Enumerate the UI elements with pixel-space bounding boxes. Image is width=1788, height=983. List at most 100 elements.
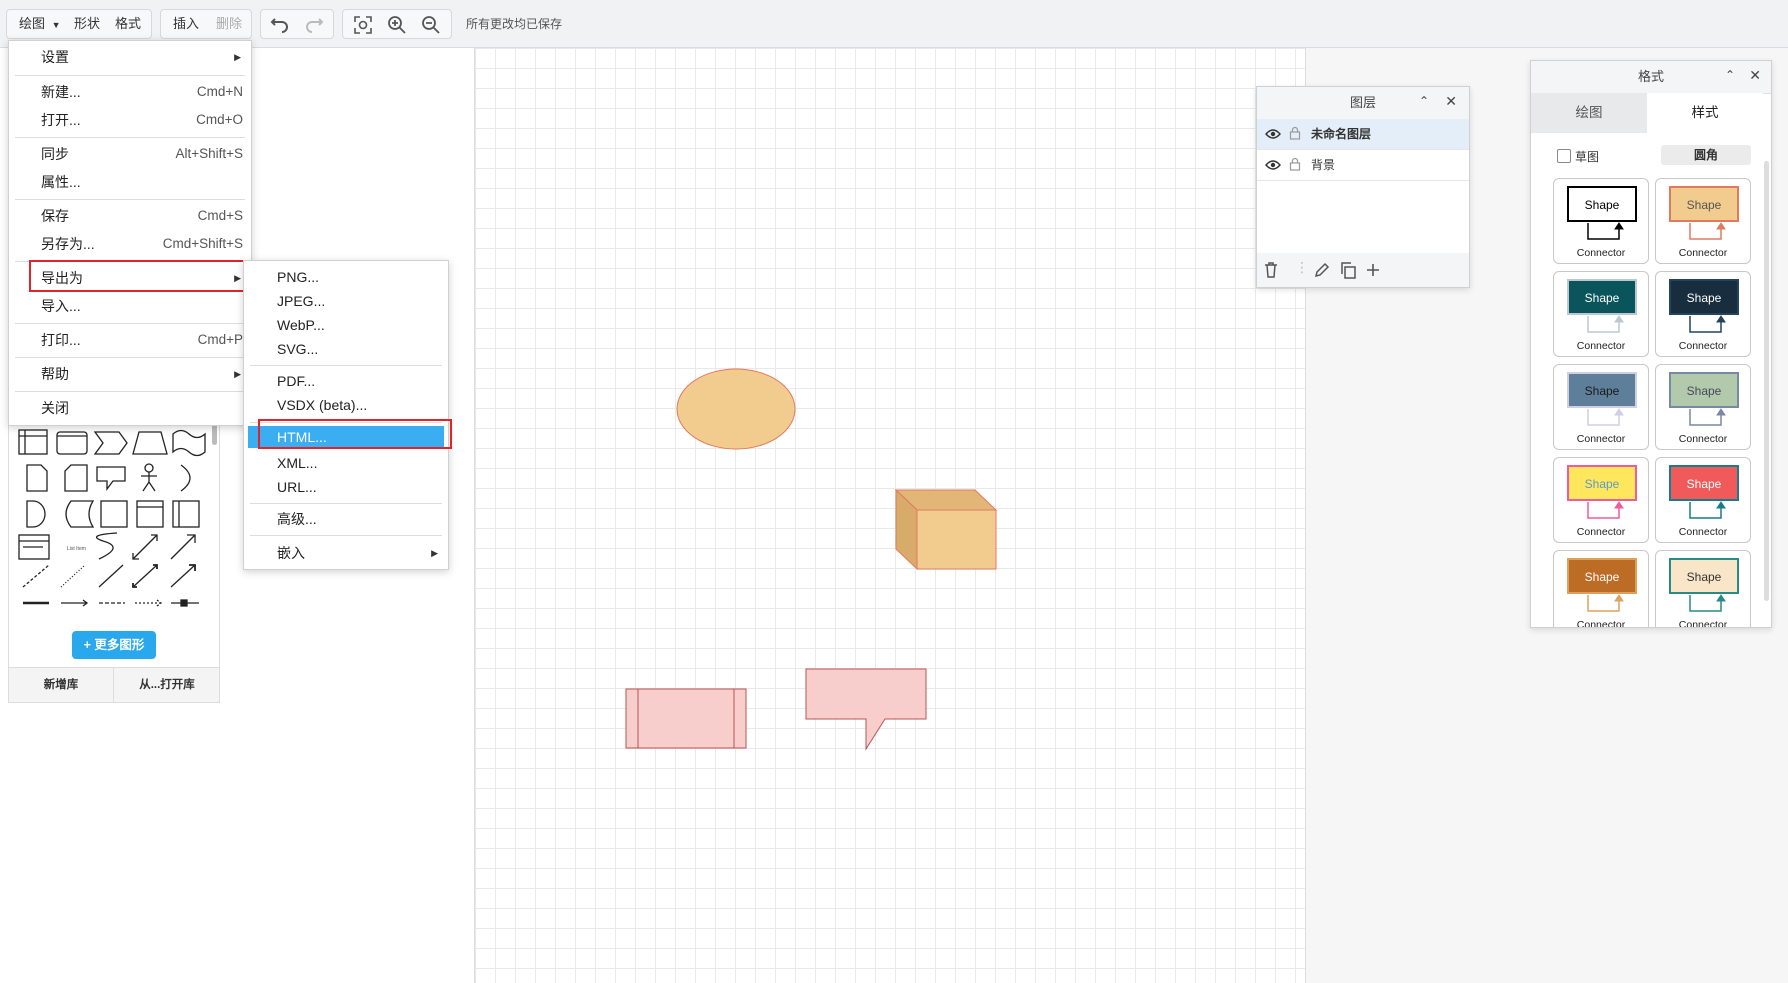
trash-icon[interactable] xyxy=(1263,261,1279,279)
history-group xyxy=(260,9,334,39)
style-card[interactable]: Shape Connector xyxy=(1553,457,1649,543)
open-library-button[interactable]: 从...打开库 xyxy=(114,668,220,702)
eye-icon[interactable] xyxy=(1265,128,1281,140)
cube-shape[interactable] xyxy=(894,488,998,571)
link-node-icon[interactable] xyxy=(171,599,199,607)
format-scrollbar[interactable] xyxy=(1764,161,1769,601)
lock-icon[interactable] xyxy=(1289,126,1301,140)
menu-item-save-as[interactable]: 另存为... Cmd+Shift+S xyxy=(9,230,251,258)
stored-data-shape-icon[interactable] xyxy=(65,500,95,528)
style-card[interactable]: Shape Connector xyxy=(1655,178,1751,264)
style-card[interactable]: Shape Connector xyxy=(1655,271,1751,357)
menu-item-import[interactable]: 导入... xyxy=(9,292,251,320)
container-shape-icon[interactable] xyxy=(18,429,48,455)
dotted-line-icon[interactable] xyxy=(60,564,86,588)
zoom-out-icon[interactable] xyxy=(420,14,442,36)
menu-item-settings[interactable]: 设置 ▶ xyxy=(9,43,251,71)
style-card[interactable]: Shape Connector xyxy=(1655,457,1751,543)
callout-shape[interactable] xyxy=(805,668,927,751)
menu-item-export-as[interactable]: 导出为 ▶ xyxy=(9,264,251,292)
layer-row-background[interactable]: 背景 xyxy=(1257,150,1469,181)
tape-shape-icon[interactable] xyxy=(172,429,206,457)
style-card[interactable]: Shape Connector xyxy=(1553,178,1649,264)
menu-item-properties[interactable]: 属性... xyxy=(9,168,251,196)
ellipse-shape[interactable] xyxy=(676,368,796,450)
menu-item-new[interactable]: 新建... Cmd+N xyxy=(9,78,251,106)
line-icon[interactable] xyxy=(98,564,124,588)
fit-page-icon[interactable] xyxy=(352,14,374,36)
export-embed[interactable]: 嵌入 ▶ xyxy=(244,539,448,567)
card2-shape-icon[interactable] xyxy=(64,464,88,492)
eye-icon[interactable] xyxy=(1265,159,1281,171)
export-advanced[interactable]: 高级... xyxy=(244,505,448,533)
tab-diagram[interactable]: 绘图 xyxy=(1531,93,1647,133)
process-shape-icon[interactable] xyxy=(100,500,128,528)
link-arrow-icon[interactable] xyxy=(61,599,89,607)
diagram-shapes xyxy=(625,368,998,751)
style-card[interactable]: Shape Connector xyxy=(1655,550,1751,627)
card-shape-icon[interactable] xyxy=(56,431,88,455)
draw-menu-label: 绘图 xyxy=(19,16,46,31)
sketch-checkbox[interactable] xyxy=(1557,149,1571,163)
link-dotted-icon[interactable] xyxy=(135,599,163,607)
style-card[interactable]: Shape Connector xyxy=(1655,364,1751,450)
redo-icon[interactable] xyxy=(303,14,325,36)
duplicate-icon[interactable] xyxy=(1339,261,1357,279)
undo-icon[interactable] xyxy=(269,14,291,36)
or-shape-icon[interactable] xyxy=(180,464,191,492)
style-card[interactable]: Shape Connector xyxy=(1553,271,1649,357)
rounded-button[interactable]: 圆角 xyxy=(1661,145,1751,165)
diagram-page[interactable] xyxy=(474,48,1306,983)
layers-toolbar: ⋮ xyxy=(1257,253,1469,287)
layer-row-unnamed[interactable]: 未命名图层 xyxy=(1257,119,1469,150)
more-shapes-button[interactable]: + 更多图形 xyxy=(72,631,156,659)
export-svg[interactable]: SVG... xyxy=(244,335,448,363)
style-card[interactable]: Shape Connector xyxy=(1553,550,1649,627)
close-icon[interactable]: ✕ xyxy=(1749,67,1761,84)
bidirectional-arrow-icon[interactable] xyxy=(132,534,158,560)
new-library-button[interactable]: 新增库 xyxy=(9,668,114,702)
bidirectional-connector-icon[interactable] xyxy=(132,564,158,588)
step-shape-icon[interactable] xyxy=(93,431,128,455)
edit-icon[interactable] xyxy=(1313,261,1331,279)
add-icon[interactable] xyxy=(1365,262,1381,278)
menu-item-open[interactable]: 打开... Cmd+O xyxy=(9,106,251,134)
insert-button[interactable]: 插入 xyxy=(173,10,199,38)
menu-item-close[interactable]: 关闭 xyxy=(9,394,251,422)
menu-item-help[interactable]: 帮助 ▶ xyxy=(9,360,251,388)
library-bar: 新增库 从...打开库 xyxy=(9,667,219,702)
lock-icon[interactable] xyxy=(1289,157,1301,171)
zoom-in-icon[interactable] xyxy=(386,14,408,36)
curve-shape-icon[interactable] xyxy=(95,532,118,560)
process-shape[interactable] xyxy=(625,688,747,749)
style-connector-label: Connector xyxy=(1678,526,1728,538)
format-menu-button[interactable]: 格式 xyxy=(115,10,141,38)
draw-dropdown-menu: 设置 ▶ 新建... Cmd+N 打开... Cmd+O 同步 Alt+Shift+S … xyxy=(8,40,252,426)
more-options-icon[interactable]: ⋮ xyxy=(1295,259,1309,276)
export-vsdx[interactable]: VSDX (beta)... xyxy=(244,391,448,419)
export-url[interactable]: URL... xyxy=(244,473,448,501)
list-shape-icon[interactable] xyxy=(18,534,50,560)
callout-shape-icon[interactable] xyxy=(96,466,126,491)
export-html[interactable]: HTML... xyxy=(248,426,444,448)
menu-item-save[interactable]: 保存 Cmd+S xyxy=(9,202,251,230)
style-card[interactable]: Shape Connector xyxy=(1553,364,1649,450)
note-shape-icon[interactable] xyxy=(26,464,48,492)
menu-item-print[interactable]: 打印... Cmd+P xyxy=(9,326,251,354)
delete-button[interactable]: 删除 xyxy=(216,10,242,38)
internal-storage-shape-icon[interactable] xyxy=(136,500,164,528)
rect-shape-icon[interactable] xyxy=(172,500,200,528)
shape-menu-button[interactable]: 形状 xyxy=(74,10,100,38)
delay-shape-icon[interactable] xyxy=(26,500,46,528)
actor-shape-icon[interactable] xyxy=(141,463,157,492)
close-icon[interactable]: ✕ xyxy=(1445,93,1457,110)
draw-menu-button[interactable]: 绘图 ▼ xyxy=(19,10,61,38)
directional-connector-icon[interactable] xyxy=(170,564,196,588)
collapse-icon[interactable]: ⌃ xyxy=(1419,94,1429,108)
collapse-icon[interactable]: ⌃ xyxy=(1725,68,1735,82)
dashed-line-icon[interactable] xyxy=(22,564,50,588)
arrow-shape-icon[interactable] xyxy=(170,534,196,560)
trapezoid-shape-icon[interactable] xyxy=(132,431,168,455)
tab-style[interactable]: 样式 xyxy=(1647,93,1763,133)
menu-item-sync[interactable]: 同步 Alt+Shift+S xyxy=(9,140,251,168)
